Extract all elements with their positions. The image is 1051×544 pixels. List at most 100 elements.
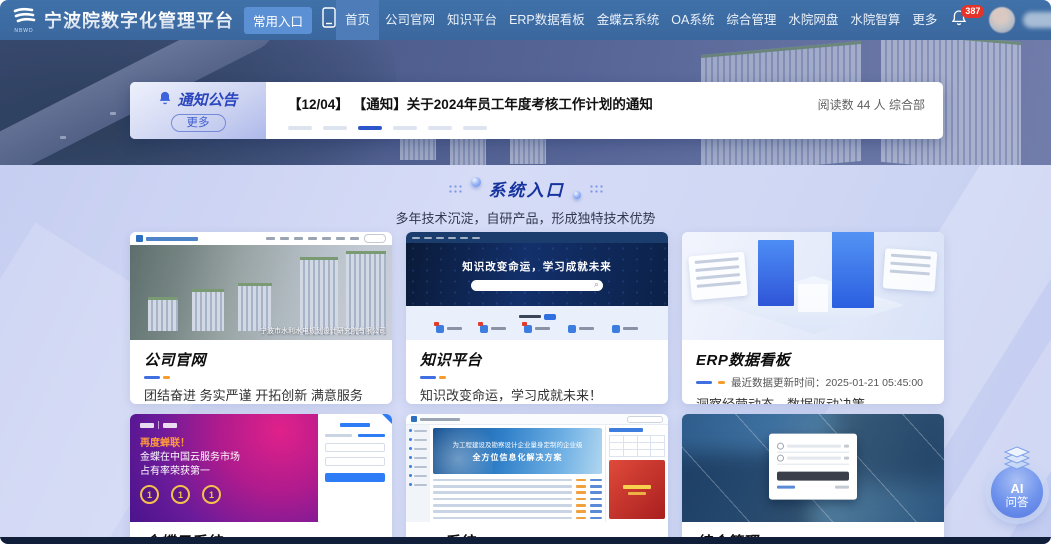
card-knowledge[interactable]: 知识改变命运，学习成就未来: [406, 232, 668, 404]
user-name-redacted[interactable]: [1023, 12, 1051, 28]
thumb-kd-line1: 再度蝉联！: [140, 434, 318, 449]
notice-panel: 通知公告 更多: [130, 82, 266, 139]
ball-decor: [471, 177, 481, 187]
main-nav: 首页 公司官网 知识平台 ERP数据看板 金蝶云系统 OA系统 综合管理 水院网…: [336, 0, 1051, 40]
notification-count-badge: 387: [961, 5, 984, 18]
logo-abbr: NBWD: [14, 28, 33, 34]
notice-panel-label: 通知公告: [177, 89, 237, 110]
thumb-oa-banner-line2: 全方位信息化解决方案: [473, 452, 563, 463]
thumb-building: [238, 283, 272, 331]
thumb-kn-navbar: [406, 232, 668, 243]
thumb-oa-list: [433, 477, 602, 521]
carousel-dot[interactable]: [463, 126, 487, 130]
carousel-dot[interactable]: [323, 126, 347, 130]
carousel-dot[interactable]: [288, 126, 312, 130]
thumb-erp-cube: [798, 284, 828, 312]
hero-car-decor: [60, 136, 66, 139]
card-admin[interactable]: 综合管理: [682, 414, 944, 544]
mobile-phone-icon[interactable]: [322, 7, 336, 33]
thumb-site-search: [364, 234, 386, 243]
logo-waves-icon: [12, 7, 36, 27]
thumb-site-logotext: [146, 237, 198, 241]
notice-bell-icon: [158, 90, 172, 109]
thumb-oa-banner-line1: 为工程建设及勘察设计企业量身定制的企业级: [453, 439, 583, 449]
accent-line: 最近数据更新时间：2025-01-21 05:45:00: [696, 375, 930, 390]
card-desc: 洞察经营动态，数据驱动决策: [696, 394, 930, 404]
thumb-oa-body: 为工程建设及勘察设计企业量身定制的企业级 全方位信息化解决方案: [406, 425, 668, 522]
kingdee-thumbnail: 再度蝉联！ 金蝶在中国云服务市场 占有率荣获第一 111: [130, 414, 392, 522]
card-title[interactable]: 知识平台: [420, 349, 654, 370]
nav-item-company-site[interactable]: 公司官网: [379, 0, 441, 40]
ai-cube-stack-icon: [1001, 444, 1033, 477]
notice-carousel-card: 通知公告 更多 【12/04】 【通知】关于2024年员工年度考核工作计划的通知…: [130, 82, 943, 139]
card-company-site[interactable]: 宁波市水利水电规划设计研究院有限公司 公司官网 团结奋进 务实严谨 开拓创新 满…: [130, 232, 392, 404]
card-info: ERP数据看板 最近数据更新时间：2025-01-21 05:45:00 洞察经…: [682, 340, 944, 404]
ball-decor: [573, 191, 581, 199]
nav-item-erp[interactable]: ERP数据看板: [503, 0, 591, 40]
thumb-cm-login-form: [769, 434, 857, 500]
notice-more-button[interactable]: 更多: [171, 114, 226, 132]
card-oa[interactable]: 为工程建设及勘察设计企业量身定制的企业级 全方位信息化解决方案: [406, 414, 668, 544]
top-navbar: NBWD 宁波院数字化管理平台 常用入口 首页 公司官网 知识平台 ERP数据看…: [0, 0, 1051, 40]
carousel-dot[interactable]: [428, 126, 452, 130]
hero-car-decor: [110, 112, 116, 115]
thumb-site-menu: [266, 234, 386, 243]
thumb-kd-logos: [140, 421, 318, 429]
thumb-site-caption: 宁波市水利水电规划设计研究院有限公司: [260, 326, 386, 336]
notice-row[interactable]: 【12/04】 【通知】关于2024年员工年度考核工作计划的通知 阅读数 44 …: [288, 93, 925, 113]
thumb-oa-main: 为工程建设及勘察设计企业量身定制的企业级 全方位信息化解决方案: [430, 425, 605, 522]
thumb-kd-line3: 占有率荣获第一: [140, 465, 318, 479]
card-info: 公司官网 团结奋进 务实严谨 开拓创新 满意服务: [130, 340, 392, 404]
thumb-site-logo: [136, 235, 143, 242]
thumb-kn-headline: 知识改变命运，学习成就未来: [462, 259, 612, 274]
nav-item-netdisk[interactable]: 水院网盘: [782, 0, 844, 40]
quick-entry-button[interactable]: 常用入口: [244, 7, 312, 34]
company-site-thumbnail: 宁波市水利水电规划设计研究院有限公司: [130, 232, 392, 340]
thumb-oa-rightcol: [605, 425, 668, 522]
thumb-kd-login: [318, 414, 392, 522]
logo[interactable]: NBWD: [12, 7, 36, 34]
notice-panel-title: 通知公告: [158, 89, 237, 110]
nav-item-more[interactable]: 更多: [906, 0, 943, 40]
notice-title[interactable]: 【通知】关于2024年员工年度考核工作计划的通知: [353, 93, 653, 113]
nav-item-admin[interactable]: 综合管理: [720, 0, 782, 40]
notice-date: 【12/04】: [288, 93, 349, 113]
thumb-building: [148, 297, 178, 331]
ai-assistant-button[interactable]: AI 问答: [986, 444, 1048, 518]
accent-line: [144, 376, 378, 379]
thumb-erp-bar: [758, 240, 794, 306]
nav-item-ai-compute[interactable]: 水院智算: [844, 0, 906, 40]
card-kingdee[interactable]: 再度蝉联！ 金蝶在中国云服务市场 占有率荣获第一 111: [130, 414, 392, 544]
carousel-dot[interactable]: [393, 126, 417, 130]
nav-item-knowledge[interactable]: 知识平台: [441, 0, 503, 40]
nav-item-home[interactable]: 首页: [336, 0, 379, 40]
ai-label-line1: AI: [1011, 481, 1024, 496]
thumb-building: [300, 257, 338, 335]
carousel-dot-active[interactable]: [358, 126, 382, 130]
card-desc: 知识改变命运，学习成就未来！: [420, 385, 654, 404]
nav-item-kingdee[interactable]: 金蝶云系统: [591, 0, 666, 40]
card-erp-dashboard[interactable]: ERP数据看板 最近数据更新时间：2025-01-21 05:45:00 洞察经…: [682, 232, 944, 404]
card-desc: 团结奋进 务实严谨 开拓创新 满意服务: [144, 385, 378, 404]
thumb-kn-tagline: [519, 314, 556, 320]
dot-grid-decor: [589, 184, 604, 194]
thumb-kn-searchbar: [471, 280, 603, 291]
knowledge-thumbnail: 知识改变命运，学习成就未来: [406, 232, 668, 340]
thumb-kd-medals: 111: [140, 485, 318, 504]
thumb-oa-red-banner: [609, 460, 665, 519]
notice-read-meta: 阅读数 44 人 综合部: [818, 96, 925, 113]
card-title[interactable]: ERP数据看板: [696, 349, 930, 370]
thumb-kd-line2: 金蝶在中国云服务市场: [140, 451, 318, 465]
oa-thumbnail: 为工程建设及勘察设计企业量身定制的企业级 全方位信息化解决方案: [406, 414, 668, 522]
dot-grid-decor: [448, 184, 463, 194]
user-avatar[interactable]: [989, 7, 1015, 33]
page: NBWD 宁波院数字化管理平台 常用入口 首页 公司官网 知识平台 ERP数据看…: [0, 0, 1051, 544]
card-title[interactable]: 公司官网: [144, 349, 378, 370]
thumb-erp-panel: [883, 248, 938, 292]
admin-thumbnail: [682, 414, 944, 522]
notification-bell[interactable]: 387: [951, 9, 967, 31]
nav-item-oa[interactable]: OA系统: [665, 0, 720, 40]
thumb-building: [192, 289, 224, 331]
app-title: 宁波院数字化管理平台: [44, 7, 234, 33]
section-title: 系统入口: [489, 176, 565, 201]
